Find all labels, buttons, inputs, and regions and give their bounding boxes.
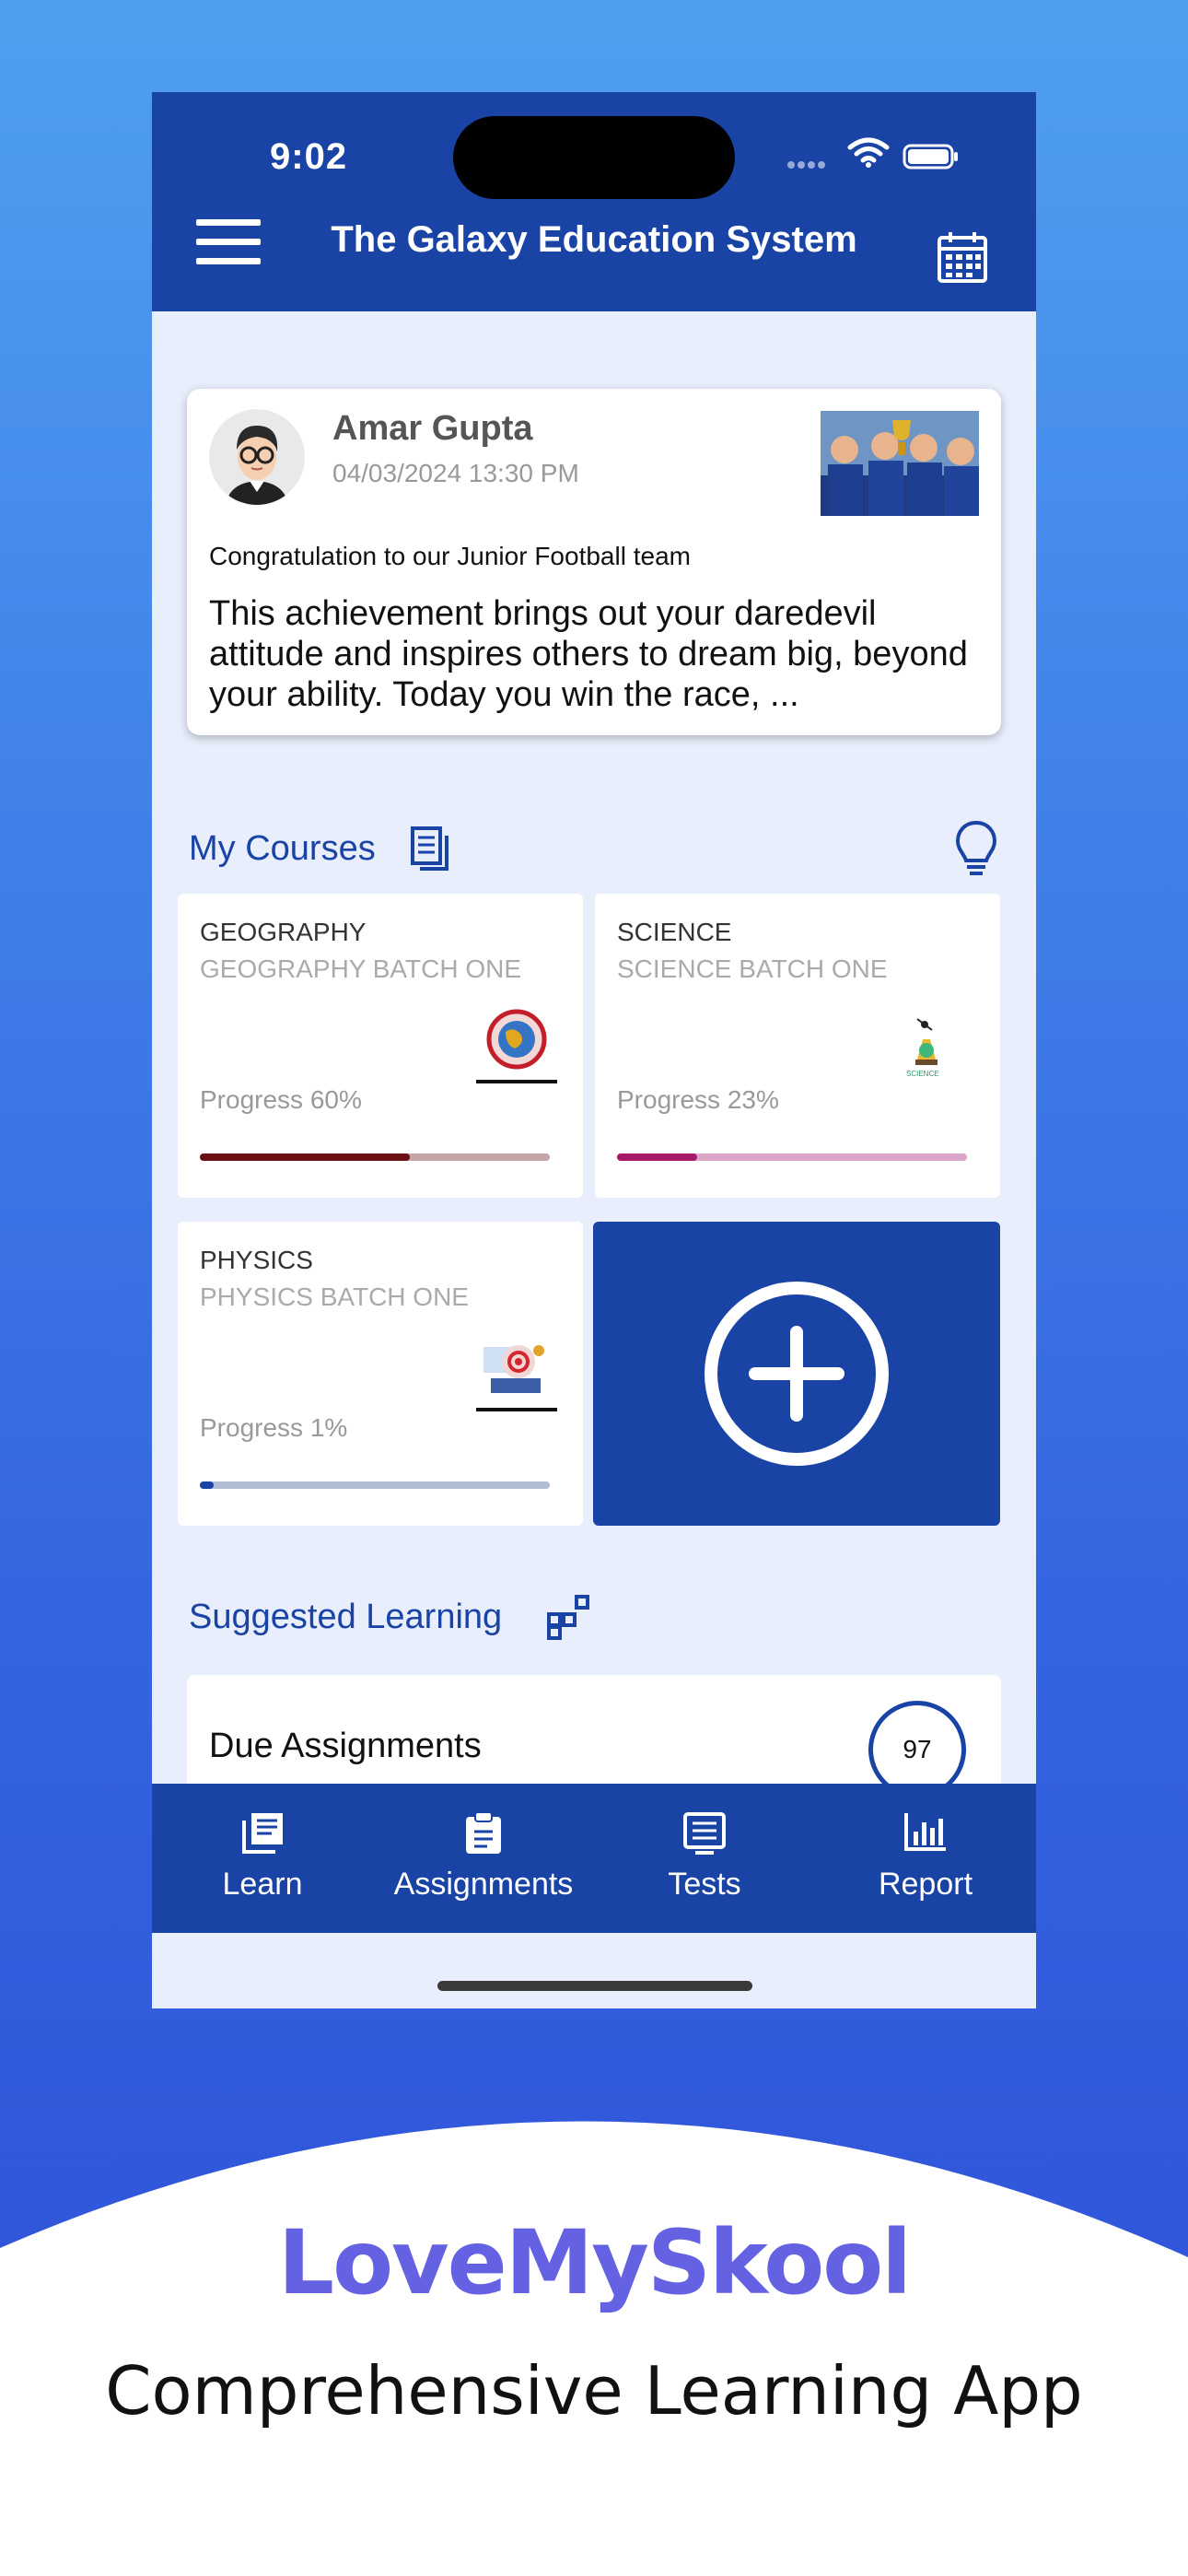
svg-text:SCIENCE: SCIENCE	[906, 1070, 939, 1078]
nav-label: Report	[878, 1867, 973, 1902]
calendar-icon[interactable]	[937, 230, 988, 284]
blocks-icon	[547, 1595, 589, 1640]
add-course-button[interactable]	[593, 1222, 1000, 1526]
nav-assignments[interactable]: Assignments	[373, 1784, 594, 1933]
lightbulb-icon[interactable]	[955, 820, 997, 877]
nav-report[interactable]: Report	[815, 1784, 1036, 1933]
home-indicator	[437, 1981, 752, 1991]
course-progress-label: Progress 60%	[200, 1085, 362, 1114]
list-icon	[683, 1812, 726, 1855]
author-avatar	[209, 409, 305, 505]
nav-tests[interactable]: Tests	[594, 1784, 815, 1933]
clipboard-icon	[466, 1811, 501, 1854]
course-card-physics[interactable]: PHYSICS PHYSICS BATCH ONE Progress 1%	[178, 1222, 583, 1526]
nav-learn[interactable]: Learn	[152, 1784, 373, 1933]
post-image[interactable]	[821, 411, 979, 516]
nav-label: Tests	[668, 1867, 741, 1902]
progress-track	[617, 1153, 967, 1161]
my-courses-title: My Courses	[189, 829, 376, 868]
geography-thumbnail	[474, 1002, 559, 1087]
progress-fill	[200, 1481, 215, 1489]
phone-screen: 9:02 The Galaxy Education System Amar Gu…	[152, 92, 1036, 2008]
plus-circle-icon	[705, 1282, 889, 1466]
science-thumbnail: SCIENCE	[899, 1002, 963, 1087]
course-batch: GEOGRAPHY BATCH ONE	[200, 954, 522, 983]
book-icon	[242, 1813, 283, 1854]
battery-icon	[903, 144, 958, 170]
post-body: This achievement brings out your daredev…	[209, 594, 968, 714]
progress-track	[200, 1481, 550, 1489]
document-icon	[411, 826, 448, 871]
wifi-icon	[847, 137, 890, 168]
announcement-card[interactable]: Amar Gupta 04/03/2024 13:30 PM Congratul…	[187, 389, 1001, 735]
course-name: PHYSICS	[200, 1246, 313, 1274]
bar-chart-icon	[904, 1813, 946, 1851]
post-date: 04/03/2024 13:30 PM	[332, 459, 579, 487]
status-time: 9:02	[270, 136, 348, 177]
signal-icon	[787, 157, 839, 169]
promo-background	[0, 2121, 1188, 2576]
menu-icon[interactable]	[196, 219, 261, 265]
app-title: The Galaxy Education System	[331, 219, 857, 260]
physics-thumbnail	[474, 1330, 559, 1415]
progress-track	[200, 1153, 550, 1161]
course-progress-label: Progress 1%	[200, 1413, 348, 1442]
course-name: SCIENCE	[617, 918, 732, 946]
nav-label: Learn	[222, 1867, 303, 1902]
course-batch: SCIENCE BATCH ONE	[617, 954, 888, 983]
dynamic-island	[453, 116, 735, 199]
bottom-navigation: Learn Assignments Tests Report	[152, 1784, 1036, 1933]
due-assignments-label: Due Assignments	[209, 1727, 482, 1765]
suggested-learning-title: Suggested Learning	[189, 1598, 503, 1636]
post-author: Amar Gupta	[332, 409, 533, 448]
course-card-geography[interactable]: GEOGRAPHY GEOGRAPHY BATCH ONE Progress 6…	[178, 894, 583, 1198]
course-card-science[interactable]: SCIENCE SCIENCE BATCH ONE SCIENCE Progre…	[595, 894, 1000, 1198]
progress-fill	[200, 1153, 410, 1161]
tagline: Comprehensive Learning App	[105, 2352, 1083, 2430]
course-progress-label: Progress 23%	[617, 1085, 779, 1114]
course-name: GEOGRAPHY	[200, 918, 367, 946]
nav-label: Assignments	[393, 1867, 574, 1902]
post-headline: Congratulation to our Junior Football te…	[209, 542, 691, 570]
course-batch: PHYSICS BATCH ONE	[200, 1282, 469, 1311]
brand-name: LoveMySkool	[277, 2211, 912, 2314]
progress-fill	[617, 1153, 698, 1161]
status-bar: 9:02	[152, 92, 1036, 203]
